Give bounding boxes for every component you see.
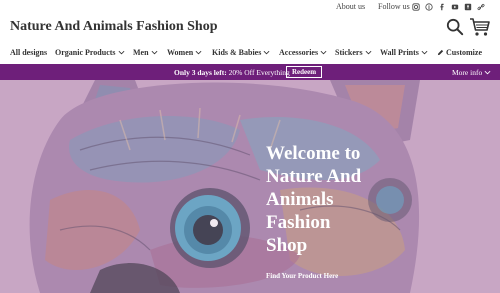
- about-us-link[interactable]: About us: [336, 2, 365, 11]
- chevron-down-icon: [320, 50, 327, 55]
- instagram-icon[interactable]: [411, 2, 420, 11]
- nav-item-label: Organic Products: [55, 48, 116, 57]
- nav-item-wall-prints[interactable]: Wall Prints: [380, 48, 428, 57]
- top-bar: About us Follow us: [0, 0, 500, 14]
- nav-item-label: Wall Prints: [380, 48, 419, 57]
- site-header: Nature And Animals Fashion Shop: [0, 14, 500, 44]
- nav-item-label: Kids & Babies: [212, 48, 262, 57]
- pinterest-icon[interactable]: [424, 2, 433, 11]
- more-info-button[interactable]: More info: [452, 68, 491, 77]
- nav-item-men[interactable]: Men: [133, 48, 158, 57]
- nav-item-label: Men: [133, 48, 149, 57]
- social-links: [411, 2, 485, 11]
- nav-item-all-designs[interactable]: All designs: [10, 48, 47, 57]
- bulldog-illustration: [0, 80, 500, 293]
- cart-icon[interactable]: [469, 17, 491, 37]
- hero-heading: Welcome to Nature And Animals Fashion Sh…: [266, 143, 362, 256]
- nav-item-label: All designs: [10, 48, 48, 57]
- find-product-link[interactable]: Find Your Product Here: [266, 272, 338, 280]
- hero-banner: Welcome to Nature And Animals Fashion Sh…: [0, 80, 500, 293]
- promo-offer: 20% Off Everything: [228, 68, 290, 77]
- chevron-down-icon: [263, 50, 270, 55]
- nav-item-kids-babies[interactable]: Kids & Babies: [212, 48, 270, 57]
- chevron-down-icon: [151, 50, 157, 55]
- chevron-down-icon: [484, 70, 491, 75]
- nav-item-customize[interactable]: Customize: [437, 48, 482, 57]
- chevron-down-icon: [365, 50, 371, 55]
- nav-item-label: Customize: [446, 48, 482, 57]
- chevron-down-icon: [195, 50, 202, 55]
- chevron-down-icon: [421, 50, 428, 55]
- nav-item-label: Women: [167, 48, 194, 57]
- follow-us-label: Follow us: [378, 2, 410, 11]
- tumblr-icon[interactable]: [463, 2, 472, 11]
- youtube-icon[interactable]: [450, 2, 459, 11]
- chevron-down-icon: [118, 50, 124, 55]
- main-nav: All designs Organic Products Men Women K…: [0, 46, 500, 64]
- search-icon[interactable]: [446, 18, 464, 36]
- nav-item-accessories[interactable]: Accessories: [279, 48, 327, 57]
- nav-item-label: Accessories: [279, 48, 319, 57]
- link-icon[interactable]: [476, 2, 485, 11]
- redeem-button[interactable]: Redeem: [286, 66, 322, 78]
- nav-item-organic-products[interactable]: Organic Products: [55, 48, 125, 57]
- pencil-icon: [437, 49, 444, 56]
- more-info-label: More info: [452, 68, 483, 77]
- nav-item-stickers[interactable]: Stickers: [335, 48, 372, 57]
- shop-title[interactable]: Nature And Animals Fashion Shop: [10, 19, 217, 35]
- nav-item-women[interactable]: Women: [167, 48, 202, 57]
- facebook-icon[interactable]: [437, 2, 446, 11]
- promo-text: Only 3 days left: 20% Off Everything: [174, 68, 290, 77]
- promo-bar: Only 3 days left: 20% Off Everything Red…: [0, 64, 500, 80]
- nav-item-label: Stickers: [335, 48, 363, 57]
- promo-prefix: Only 3 days left:: [174, 68, 227, 77]
